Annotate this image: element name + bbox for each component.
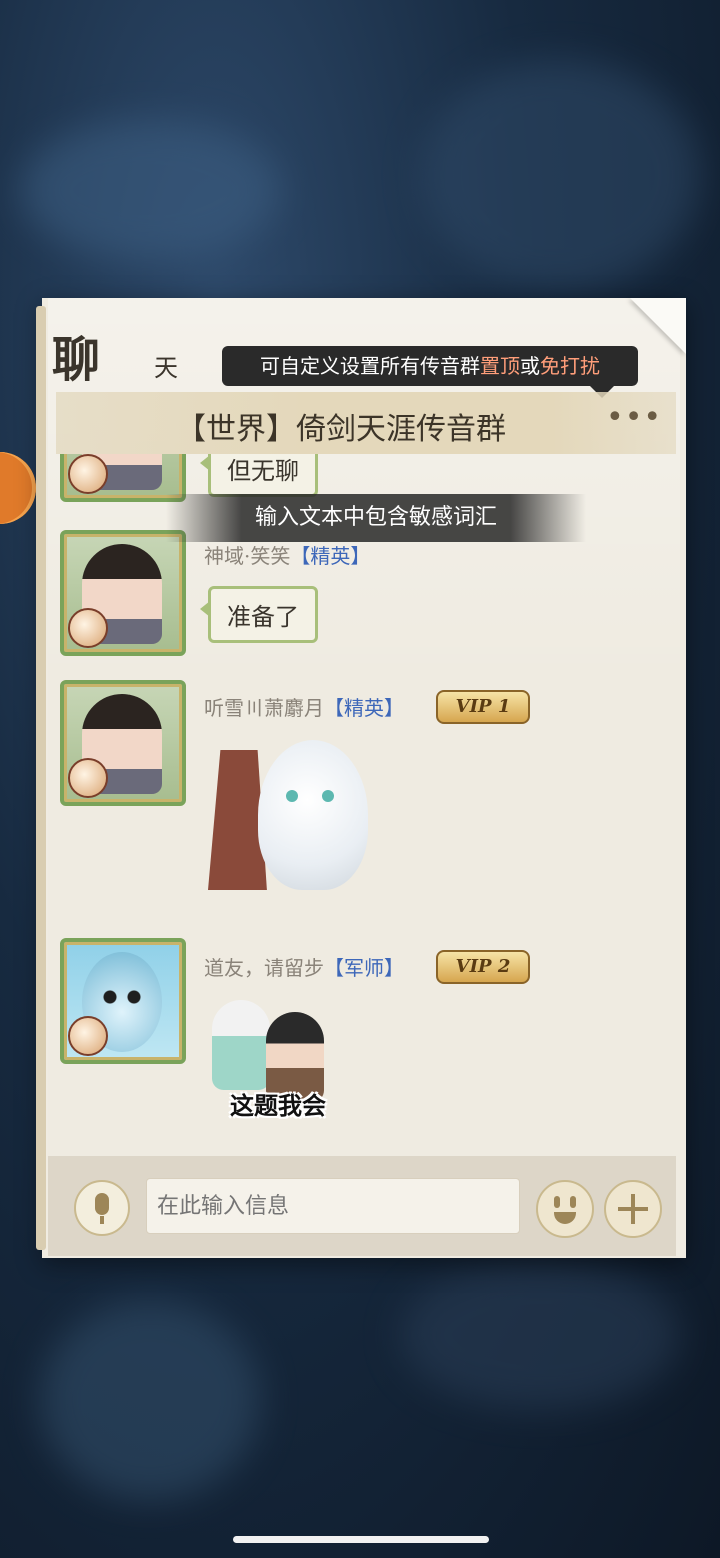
message-list[interactable]: 但无聊 神域·笑笑【精英】 准备了 听雪〣萧麝月【精英】 VIP 1 道友，请留… bbox=[48, 454, 676, 1156]
message-bubble: 但无聊 bbox=[200, 454, 318, 497]
message-bubble: 准备了 bbox=[200, 586, 318, 643]
sticker-image[interactable] bbox=[208, 740, 388, 900]
avatar[interactable] bbox=[60, 530, 186, 656]
vip-badge: VIP 2 bbox=[436, 950, 530, 984]
sender-name: 听雪〣萧麝月【精英】 bbox=[204, 696, 404, 720]
sender-name: 道友，请留步【军师】 bbox=[204, 956, 404, 980]
avatar[interactable] bbox=[60, 938, 186, 1064]
channel-title: 【世界】倚剑天涯传音群 bbox=[176, 412, 506, 447]
page-corner bbox=[630, 298, 686, 354]
sensitive-word-toast: 输入文本中包含敏感词汇 bbox=[166, 494, 586, 542]
avatar[interactable] bbox=[60, 680, 186, 806]
chat-title-sub: 天 bbox=[154, 354, 178, 382]
settings-tooltip: 可自定义设置所有传音群置顶或免打扰 bbox=[222, 346, 638, 398]
plus-icon[interactable] bbox=[604, 1180, 662, 1238]
more-icon[interactable]: ••• bbox=[606, 403, 661, 438]
home-indicator[interactable] bbox=[233, 1536, 489, 1543]
side-orb-icon[interactable] bbox=[0, 452, 36, 524]
sender-name: 神域·笑笑【精英】 bbox=[204, 544, 371, 568]
vip-badge: VIP 1 bbox=[436, 690, 530, 724]
sticker-caption: 这题我会 bbox=[230, 1092, 326, 1120]
message-input[interactable] bbox=[146, 1178, 520, 1234]
mic-icon[interactable] bbox=[74, 1180, 130, 1236]
emoji-icon[interactable] bbox=[536, 1180, 594, 1238]
sticker-image[interactable]: 这题我会 bbox=[208, 994, 348, 1134]
chat-title-main: 聊 bbox=[52, 332, 101, 388]
